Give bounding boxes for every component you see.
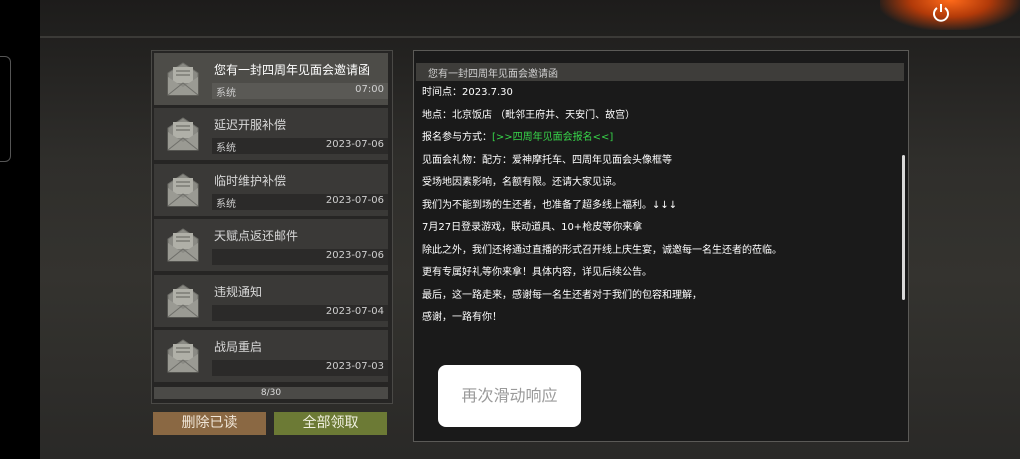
mail-detail-line: 我们为不能到场的生还者，也准备了超多线上福利。↓↓↓	[422, 198, 892, 221]
line-text: 配方：爱神摩托车、四周年见面会头像框等	[482, 154, 672, 166]
claim-all-button[interactable]: 全部领取	[274, 412, 387, 435]
mail-sender: 系统	[216, 198, 236, 210]
mail-detail-title: 您有一封四周年见面会邀请函	[428, 69, 558, 80]
line-label: 地点：	[422, 109, 452, 121]
mail-sender: 系统	[216, 88, 236, 99]
mail-title: 天赋点返还邮件	[214, 229, 299, 244]
envelope-icon	[164, 336, 202, 376]
mail-meta-bar: 2023-07-04	[212, 304, 388, 321]
line-label: 报名参与方式：	[422, 132, 492, 143]
mail-detail-line: 地点：北京饭店 （毗邻王府井、天安门、故宫）	[422, 108, 892, 131]
line-label: 见面会礼物：	[422, 154, 482, 166]
background-line	[40, 36, 1020, 38]
mail-title: 您有一封四周年见面会邀请函	[214, 63, 371, 77]
mail-detail-line: 报名参与方式：[>>四周年见面会报名<<]	[422, 130, 892, 153]
mail-meta-bar: 2023-07-06	[212, 249, 388, 266]
mail-date: 07:00	[355, 84, 384, 95]
mail-date: 2023-07-06	[325, 139, 384, 151]
mail-list-item[interactable]: 延迟开服补偿 系统 2023-07-06	[154, 108, 388, 161]
power-icon[interactable]	[930, 2, 952, 24]
detail-scrollbar[interactable]	[902, 155, 905, 300]
mail-meta-bar: 系统 2023-07-06	[212, 193, 388, 210]
envelope-icon	[164, 281, 202, 321]
mail-date: 2023-07-06	[325, 194, 384, 206]
line-text: 北京饭店 （毗邻王府井、天安门、故宫）	[452, 109, 636, 121]
mail-detail-line: 除此之外，我们还将通过直播的形式召开线上庆生宴，诚邀每一名生还者的莅临。	[422, 243, 892, 266]
mail-list-item[interactable]: 天赋点返还邮件 2023-07-06	[154, 219, 388, 272]
mail-list-item[interactable]: 违规通知 2023-07-04	[154, 274, 388, 327]
mail-title: 违规通知	[214, 284, 263, 299]
line-text: 除此之外，我们还将通过直播的形式召开线上庆生宴，诚邀每一名生还者的莅临。	[422, 244, 782, 256]
mail-detail-line: 更有专属好礼等你来拿！具体内容，详见后续公告。	[422, 265, 892, 288]
mail-detail-body: 时间点：2023.7.30 地点：北京饭店 （毗邻王府井、天安门、故宫） 报名参与方…	[422, 85, 892, 333]
line-text: 我们为不能到场的生还者，也准备了超多线上福利。↓↓↓	[422, 199, 678, 211]
envelope-icon	[164, 59, 202, 99]
mail-date: 2023-07-06	[325, 250, 384, 262]
line-text: 2023.7.30	[462, 87, 513, 98]
mail-list: 您有一封四周年见面会邀请函 系统 07:00 延迟开服补偿 系统 2023-07-06 临时…	[151, 50, 393, 404]
envelope-icon	[164, 114, 202, 154]
signup-link[interactable]: [>>四周年见面会报名<<]	[492, 132, 613, 143]
mail-detail-line: 时间点：2023.7.30	[422, 85, 892, 108]
mail-date: 2023-07-03	[325, 361, 384, 372]
mail-list-item[interactable]: 战局重启 2023-07-03	[154, 330, 388, 382]
delete-read-button[interactable]: 删除已读	[153, 412, 266, 435]
mail-title: 临时维护补偿	[214, 173, 287, 188]
toast-message: 再次滑动响应	[438, 365, 581, 427]
mail-meta-bar: 系统 2023-07-06	[212, 138, 388, 155]
line-text: 更有专属好礼等你来拿！具体内容，详见后续公告。	[422, 267, 652, 278]
mail-detail-line: 7月27日登录游戏，联动道具、10+枪皮等你来拿	[422, 220, 892, 243]
mail-title: 战局重启	[214, 340, 263, 354]
side-drawer-handle[interactable]	[0, 56, 11, 162]
envelope-icon	[164, 170, 202, 210]
mail-detail-line: 受场地因素影响，名额有限。还请大家见谅。	[422, 175, 892, 198]
mail-title: 延迟开服补偿	[214, 118, 287, 133]
mail-meta-bar: 系统 07:00	[212, 83, 388, 99]
line-label: 时间点：	[422, 87, 462, 98]
mail-list-item[interactable]: 您有一封四周年见面会邀请函 系统 07:00	[154, 53, 388, 105]
mail-detail-line: 感谢，一路有你！	[422, 310, 892, 333]
mail-detail-header: 您有一封四周年见面会邀请函	[416, 63, 904, 81]
mail-sender: 系统	[216, 143, 236, 155]
line-text: 最后，这一路走来，感谢每一名生还者对于我们的包容和理解，	[422, 289, 702, 301]
mail-meta-bar: 2023-07-03	[212, 360, 388, 376]
mail-list-item[interactable]: 临时维护补偿 系统 2023-07-06	[154, 163, 388, 216]
mail-date: 2023-07-04	[325, 305, 384, 317]
line-text: 7月27日登录游戏，联动道具、10+枪皮等你来拿	[422, 222, 643, 233]
line-text: 感谢，一路有你！	[422, 312, 502, 323]
mail-detail-line: 见面会礼物：配方：爱神摩托车、四周年见面会头像框等	[422, 153, 892, 176]
line-text: 受场地因素影响，名额有限。还请大家见谅。	[422, 177, 622, 188]
mail-detail-line: 最后，这一路走来，感谢每一名生还者对于我们的包容和理解，	[422, 288, 892, 311]
envelope-icon	[164, 225, 202, 265]
page-indicator: 8/30	[154, 387, 388, 399]
